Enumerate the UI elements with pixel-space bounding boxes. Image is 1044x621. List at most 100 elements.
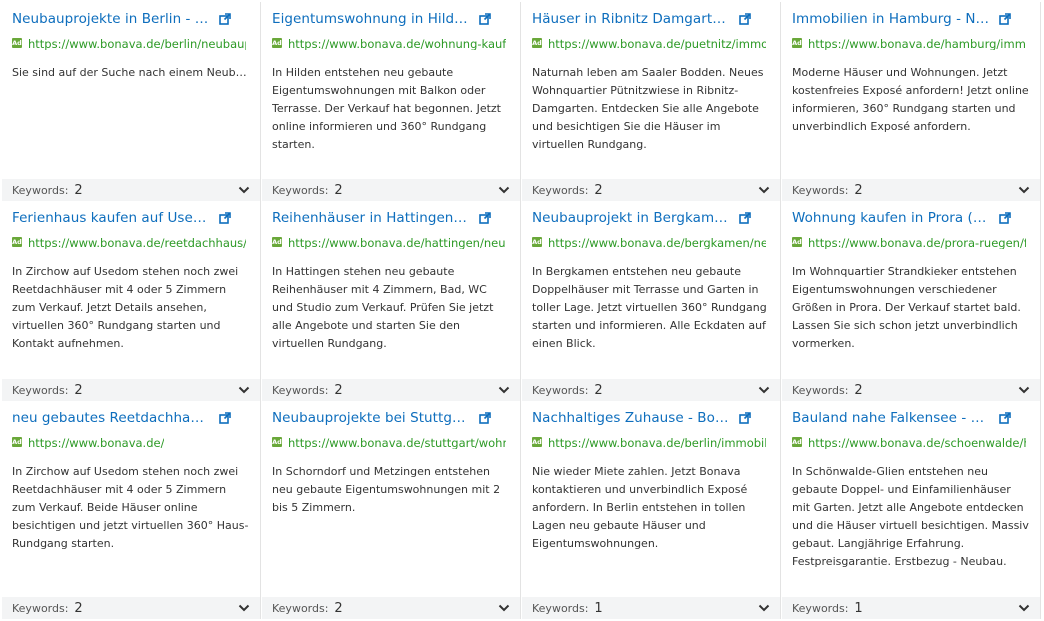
keywords-label: Keywords: xyxy=(532,601,589,615)
keywords-label: Keywords: xyxy=(12,183,69,197)
ad-title-link[interactable]: Nachhaltiges Zuhause - Bona... xyxy=(532,410,730,426)
keywords-count: 2 xyxy=(334,382,343,398)
keywords-count: 2 xyxy=(334,182,343,198)
ad-url: https://www.bonava.de/berlin/immobilien xyxy=(548,436,766,449)
keywords-footer[interactable]: Keywords: 2 xyxy=(782,379,1040,401)
ad-card: Bauland nahe Falkensee - Ne... Ad https://… xyxy=(782,401,1041,619)
external-link-icon[interactable] xyxy=(999,212,1011,224)
keywords-count: 2 xyxy=(74,182,83,198)
ad-url: https://www.bonava.de/wohnung-kaufen/hil… xyxy=(288,37,506,50)
keywords-footer[interactable]: Keywords: 2 xyxy=(782,179,1040,201)
keywords-footer[interactable]: Keywords: 2 xyxy=(522,179,780,201)
ad-card: neu gebautes Reetdachhaus ... Ad https://w… xyxy=(2,401,261,619)
ad-description: In Schorndorf und Metzingen entstehen ne… xyxy=(272,465,501,514)
keywords-footer[interactable]: Keywords: 1 xyxy=(782,597,1040,619)
ad-title-link[interactable]: Neubauprojekt in Bergkame... xyxy=(532,210,730,226)
chevron-down-icon[interactable] xyxy=(498,386,510,394)
keywords-footer[interactable]: Keywords: 2 xyxy=(262,597,520,619)
chevron-down-icon[interactable] xyxy=(498,186,510,194)
ad-description: In Schönwalde-Glien entstehen neu gebaut… xyxy=(792,465,1029,568)
external-link-icon[interactable] xyxy=(739,412,751,424)
chevron-down-icon[interactable] xyxy=(1018,386,1030,394)
keywords-count: 2 xyxy=(594,382,603,398)
ad-title-link[interactable]: Ferienhaus kaufen auf Usedo... xyxy=(12,210,210,226)
ad-url: https://www.bonava.de/stuttgart/wohnunge… xyxy=(288,436,506,449)
ad-badge-icon: Ad xyxy=(12,437,22,447)
ad-description: In Zirchow auf Usedom stehen noch zwei R… xyxy=(12,465,249,550)
keywords-footer[interactable]: Keywords: 2 xyxy=(2,379,260,401)
ad-badge-icon: Ad xyxy=(792,38,802,48)
keywords-footer[interactable]: Keywords: 2 xyxy=(2,179,260,201)
ad-title-link[interactable]: neu gebautes Reetdachhaus ... xyxy=(12,410,210,426)
ad-card: Neubauprojekte bei Stuttgar... Ad https://… xyxy=(262,401,521,619)
ad-badge-icon: Ad xyxy=(12,237,22,247)
keywords-count: 2 xyxy=(74,382,83,398)
ad-badge-icon: Ad xyxy=(792,237,802,247)
keywords-count: 1 xyxy=(594,600,603,616)
ad-badge-icon: Ad xyxy=(12,38,22,48)
ad-url: https://www.bonava.de/schoenwalde/haus-k… xyxy=(808,436,1026,449)
ad-description: Nie wieder Miete zahlen. Jetzt Bonava ko… xyxy=(532,465,748,550)
ad-badge-icon: Ad xyxy=(532,38,542,48)
ad-url: https://www.bonava.de/bergkamen/neubaupr… xyxy=(548,236,766,249)
keywords-label: Keywords: xyxy=(532,383,589,397)
ad-badge-icon: Ad xyxy=(272,38,282,48)
ad-url: https://www.bonava.de/hamburg/immobilien xyxy=(808,37,1026,50)
ad-title-link[interactable]: Häuser in Ribnitz Damgarten ... xyxy=(532,11,730,27)
external-link-icon[interactable] xyxy=(999,412,1011,424)
chevron-down-icon[interactable] xyxy=(758,386,770,394)
ad-badge-icon: Ad xyxy=(532,437,542,447)
chevron-down-icon[interactable] xyxy=(238,186,250,194)
keywords-footer[interactable]: Keywords: 2 xyxy=(262,179,520,201)
ad-title-link[interactable]: Reihenhäuser in Hattingen - ... xyxy=(272,210,470,226)
external-link-icon[interactable] xyxy=(739,212,751,224)
ad-card: Immobilien in Hamburg - Neu... Ad https://… xyxy=(782,2,1041,201)
ad-title-link[interactable]: Neubauprojekte bei Stuttgar... xyxy=(272,410,470,426)
chevron-down-icon[interactable] xyxy=(1018,604,1030,612)
external-link-icon[interactable] xyxy=(739,13,751,25)
external-link-icon[interactable] xyxy=(219,212,231,224)
keywords-footer[interactable]: Keywords: 2 xyxy=(262,379,520,401)
ad-description: In Bergkamen entstehen neu gebaute Doppe… xyxy=(532,265,767,350)
keywords-footer[interactable]: Keywords: 2 xyxy=(522,379,780,401)
ad-badge-icon: Ad xyxy=(272,237,282,247)
external-link-icon[interactable] xyxy=(219,13,231,25)
external-link-icon[interactable] xyxy=(219,412,231,424)
ad-card-grid: Neubauprojekte in Berlin - H... Ad https:/… xyxy=(2,2,1041,619)
ad-url: https://www.bonava.de/reetdachhaus/ferie… xyxy=(28,236,246,249)
keywords-footer[interactable]: Keywords: 1 xyxy=(522,597,780,619)
keywords-count: 2 xyxy=(74,600,83,616)
external-link-icon[interactable] xyxy=(999,13,1011,25)
chevron-down-icon[interactable] xyxy=(238,386,250,394)
keywords-footer[interactable]: Keywords: 2 xyxy=(2,597,260,619)
keywords-label: Keywords: xyxy=(12,383,69,397)
keywords-count: 2 xyxy=(854,182,863,198)
chevron-down-icon[interactable] xyxy=(758,186,770,194)
ad-card: Häuser in Ribnitz Damgarten ... Ad https:/… xyxy=(522,2,781,201)
chevron-down-icon[interactable] xyxy=(1018,186,1030,194)
ad-title-link[interactable]: Neubauprojekte in Berlin - H... xyxy=(12,11,210,27)
ad-title-link[interactable]: Eigentumswohnung in Hilden... xyxy=(272,11,470,27)
keywords-label: Keywords: xyxy=(272,183,329,197)
ad-title-link[interactable]: Immobilien in Hamburg - Neu... xyxy=(792,11,990,27)
ad-card: Eigentumswohnung in Hilden... Ad https://w… xyxy=(262,2,521,201)
ad-description: Sie sind auf der Suche nach einem Neubau… xyxy=(12,66,250,79)
external-link-icon[interactable] xyxy=(479,13,491,25)
ad-card: Reihenhäuser in Hattingen - ... Ad https:/… xyxy=(262,201,521,401)
chevron-down-icon[interactable] xyxy=(498,604,510,612)
ad-description: In Hattingen stehen neu gebaute Reihenhä… xyxy=(272,265,494,350)
keywords-count: 2 xyxy=(594,182,603,198)
keywords-count: 2 xyxy=(854,382,863,398)
chevron-down-icon[interactable] xyxy=(238,604,250,612)
external-link-icon[interactable] xyxy=(479,412,491,424)
external-link-icon[interactable] xyxy=(479,212,491,224)
ad-description: Moderne Häuser und Wohnungen. Jetzt kost… xyxy=(792,66,1029,133)
keywords-label: Keywords: xyxy=(272,383,329,397)
ad-title-link[interactable]: Bauland nahe Falkensee - Ne... xyxy=(792,410,990,426)
ad-title-link[interactable]: Wohnung kaufen in Prora (Bi... xyxy=(792,210,990,226)
chevron-down-icon[interactable] xyxy=(758,604,770,612)
ad-card: Neubauprojekt in Bergkame... Ad https://ww… xyxy=(522,201,781,401)
keywords-label: Keywords: xyxy=(792,383,849,397)
ad-description: Naturnah leben am Saaler Bodden. Neues W… xyxy=(532,66,764,151)
ad-badge-icon: Ad xyxy=(792,437,802,447)
